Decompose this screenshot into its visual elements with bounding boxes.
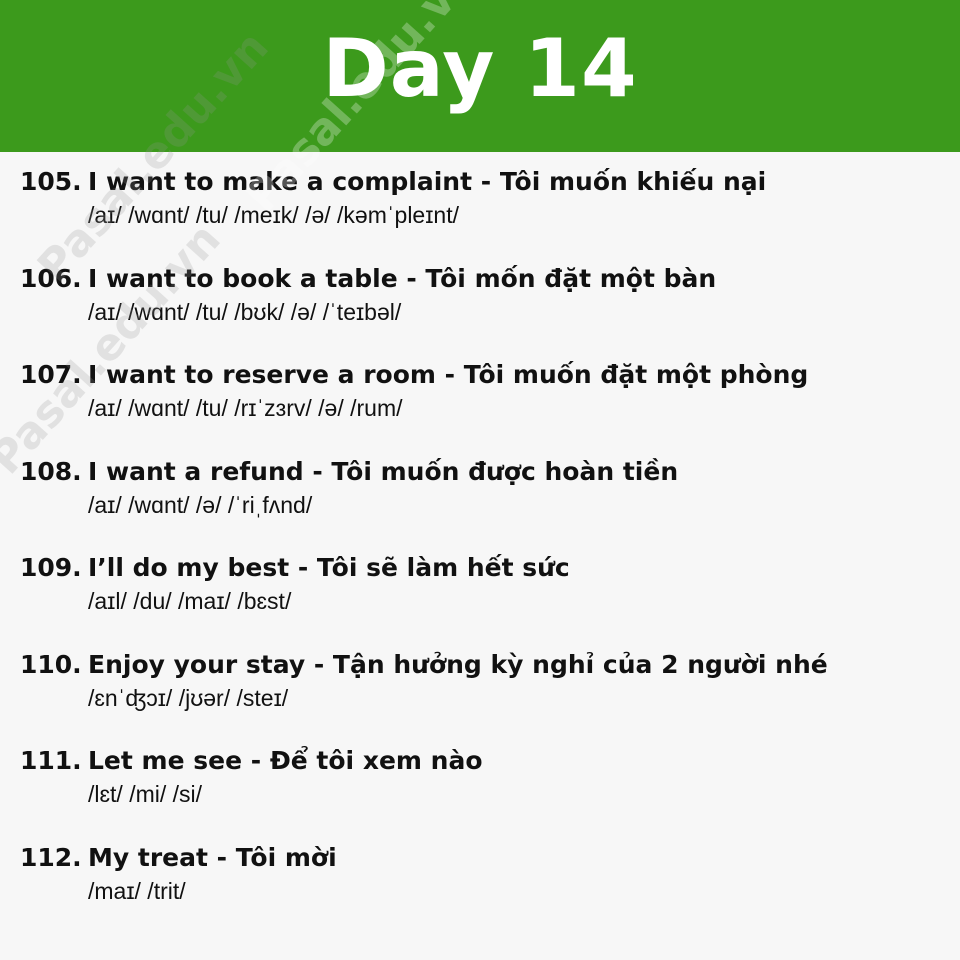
phrase-item: 106. I want to book a table - Tôi mốn đặt… xyxy=(20,260,950,357)
phrase-pronunciation: /aɪ/ /wɑnt/ /tu/ /bʊk/ /ə/ /ˈteɪbəl/ xyxy=(88,298,402,325)
page-title: Day 14 xyxy=(322,22,638,115)
phrase-pronunciation: /aɪ/ /wɑnt/ /ə/ /ˈriˌfʌnd/ xyxy=(88,491,313,518)
phrase-text: I want to reserve a room - Tôi muốn đặt … xyxy=(88,360,809,389)
phrase-number: 105. xyxy=(20,167,82,196)
phrase-item: 112. My treat - Tôi mời /maɪ/ /trit/ xyxy=(20,839,950,936)
phrase-number: 106. xyxy=(20,263,82,293)
phrase-pronunciation: /aɪl/ /du/ /maɪ/ /bɛst/ xyxy=(88,588,292,614)
phrase-text-line: 109. I’ll do my best - Tôi sẽ làm hết sức xyxy=(20,549,950,587)
phrase-text: I’ll do my best - Tôi sẽ làm hết sức xyxy=(88,553,570,582)
phrase-number: 108. xyxy=(20,456,82,486)
phrase-number: 107. xyxy=(20,360,82,389)
phrase-item: 107. I want to reserve a room - Tôi muốn … xyxy=(20,356,950,453)
phrase-text: I want to book a table - Tôi mốn đặt một… xyxy=(88,263,717,293)
phrase-text-line: 107. I want to reserve a room - Tôi muốn … xyxy=(20,356,950,394)
phrase-number: 110. xyxy=(20,649,82,679)
phrase-number: 111. xyxy=(20,746,82,775)
phrase-list: 105. I want to make a complaint - Tôi muố… xyxy=(20,163,950,935)
phrase-text-line: 110. Enjoy your stay - Tận hưởng kỳ nghỉ … xyxy=(20,646,950,684)
phrase-item: 110. Enjoy your stay - Tận hưởng kỳ nghỉ … xyxy=(20,646,950,743)
phrase-text: I want to make a complaint - Tôi muốn kh… xyxy=(88,167,767,196)
phrase-text-line: 106. I want to book a table - Tôi mốn đặt… xyxy=(20,260,950,298)
phrase-pronunciation: /aɪ/ /wɑnt/ /tu/ /rɪˈzɜrv/ /ə/ /rum/ xyxy=(88,395,403,421)
phrase-item: 105. I want to make a complaint - Tôi muố… xyxy=(20,163,950,260)
phrase-pronunciation: /maɪ/ /trit/ xyxy=(88,877,186,904)
phrase-text: My treat - Tôi mời xyxy=(88,842,337,872)
phrase-pronunciation: /aɪ/ /wɑnt/ /tu/ /meɪk/ /ə/ /kəmˈpleɪnt/ xyxy=(88,202,459,228)
phrase-item: 108. I want a refund - Tôi muốn được hoàn… xyxy=(20,453,950,550)
phrase-text-line: 111. Let me see - Để tôi xem nào xyxy=(20,742,950,780)
phrase-number: 112. xyxy=(20,842,82,872)
phrase-text: Enjoy your stay - Tận hưởng kỳ nghỉ của … xyxy=(88,649,828,679)
phrase-pronunciation: /lɛt/ /mi/ /si/ xyxy=(88,781,203,807)
phrase-number: 109. xyxy=(20,553,82,582)
phrase-pronunciation: /ɛnˈʤɔɪ/ /jʊər/ /steɪ/ xyxy=(88,684,289,711)
phrase-text: I want a refund - Tôi muốn được hoàn tiề… xyxy=(88,456,679,486)
phrase-text-line: 112. My treat - Tôi mời xyxy=(20,839,950,877)
header-banner: Day 14 xyxy=(0,0,960,152)
phrase-item: 111. Let me see - Để tôi xem nào /lɛt/ /m… xyxy=(20,742,950,839)
phrase-item: 109. I’ll do my best - Tôi sẽ làm hết sức… xyxy=(20,549,950,646)
phrase-text-line: 105. I want to make a complaint - Tôi muố… xyxy=(20,163,950,201)
phrase-text-line: 108. I want a refund - Tôi muốn được hoàn… xyxy=(20,453,950,491)
phrase-text: Let me see - Để tôi xem nào xyxy=(88,746,483,775)
